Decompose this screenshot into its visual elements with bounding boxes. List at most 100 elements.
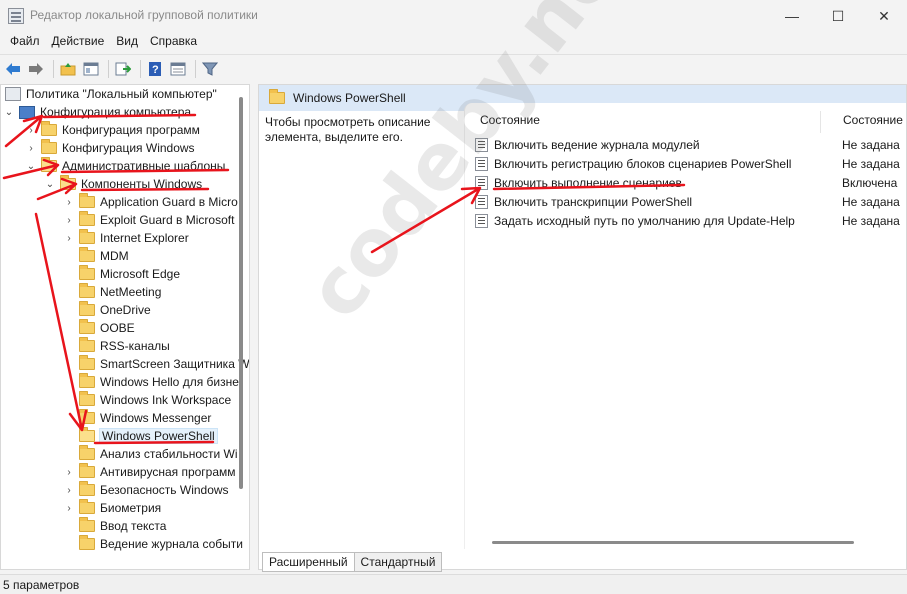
tree-root[interactable]: Политика "Локальный компьютер" — [5, 85, 217, 103]
tree-item-component[interactable]: › Биометрия — [63, 499, 161, 517]
setting-row[interactable]: Задать исходный путь по умолчанию для Up… — [475, 211, 906, 230]
folder-icon — [79, 211, 95, 226]
tree-item-component[interactable]: Windows Ink Workspace — [63, 391, 231, 409]
folder-icon — [79, 535, 95, 550]
expand-chevron-icon[interactable]: ⌄ — [25, 161, 37, 172]
close-button[interactable]: ✕ — [861, 0, 907, 32]
export-list-icon[interactable] — [113, 59, 133, 79]
list-horizontal-scrollbar[interactable] — [492, 541, 854, 544]
minimize-button[interactable]: — — [769, 0, 815, 32]
tree-item-component[interactable]: › Безопасность Windows — [63, 481, 229, 499]
status-text: 5 параметров — [3, 577, 80, 592]
folder-icon — [79, 481, 95, 496]
tree-item-component[interactable]: Windows Hello для бизне — [63, 373, 239, 391]
tree-item-component[interactable]: › Exploit Guard в Microsoft — [63, 211, 234, 229]
collapse-chevron-icon[interactable]: › — [25, 125, 37, 136]
tree-item-windows-settings[interactable]: › Конфигурация Windows — [25, 139, 195, 157]
folder-icon — [79, 193, 95, 208]
setting-row[interactable]: Включить ведение журнала модулей Не зада… — [475, 135, 906, 154]
tree-item-component[interactable]: Ввод текста — [63, 517, 166, 535]
tree-item-component[interactable]: Анализ стабильности Wi — [63, 445, 238, 463]
collapse-chevron-icon[interactable]: › — [63, 197, 75, 208]
tree-item-component[interactable]: Ведение журнала событи — [63, 535, 243, 553]
folder-icon — [41, 121, 57, 136]
tree-item-windows-powershell[interactable]: Windows PowerShell — [63, 427, 218, 445]
folder-icon — [79, 229, 95, 244]
show-hide-tree-icon[interactable] — [81, 59, 101, 79]
setting-name: Включить регистрацию блоков сценариев Po… — [494, 156, 792, 171]
menu-help[interactable]: Справка — [144, 32, 203, 52]
computer-icon — [19, 105, 35, 119]
filter-icon[interactable] — [200, 59, 220, 79]
toolbar-separator — [140, 59, 141, 78]
folder-open-icon — [41, 157, 57, 172]
folder-open-icon — [60, 175, 76, 190]
tree-item-component[interactable]: › Application Guard в Micro — [63, 193, 238, 211]
setting-state: Не задана — [842, 156, 900, 171]
tree-item-label: MDM — [100, 249, 129, 263]
tree-item-component[interactable]: OOBE — [63, 319, 135, 337]
back-arrow-icon[interactable] — [3, 59, 23, 79]
tab-standard[interactable]: Стандартный — [353, 552, 443, 572]
maximize-button[interactable]: ☐ — [815, 0, 861, 32]
setting-row[interactable]: Включить регистрацию блоков сценариев Po… — [475, 154, 906, 173]
toolbar-separator — [108, 59, 109, 78]
setting-row-enable-scripts[interactable]: Включить выполнение сценариев Включена — [475, 173, 906, 192]
tree-item-component[interactable]: › Internet Explorer — [63, 229, 189, 247]
tree-item-label: Microsoft Edge — [100, 267, 181, 281]
setting-icon — [475, 156, 488, 171]
settings-list[interactable]: Состояние Состояние Включить ведение жур… — [464, 103, 906, 549]
folder-icon — [79, 517, 95, 532]
tree-item-component[interactable]: › Антивирусная программ — [63, 463, 236, 481]
help-icon[interactable]: ? — [145, 59, 165, 79]
collapse-chevron-icon[interactable]: › — [63, 503, 75, 514]
status-bar: 5 параметров — [0, 574, 907, 594]
collapse-chevron-icon[interactable]: › — [63, 467, 75, 478]
tree-item-label: Безопасность Windows — [100, 483, 229, 497]
tree-item-windows-components[interactable]: ⌄ Компоненты Windows — [44, 175, 202, 193]
tree-root-label: Политика "Локальный компьютер" — [26, 87, 217, 101]
setting-state: Включена — [842, 175, 898, 190]
folder-up-icon[interactable] — [58, 59, 78, 79]
folder-icon — [79, 445, 95, 460]
collapse-chevron-icon[interactable]: › — [63, 233, 75, 244]
tree-item-component[interactable]: Microsoft Edge — [63, 265, 180, 283]
tree-item-component[interactable]: MDM — [63, 247, 129, 265]
menu-file[interactable]: Файл — [4, 32, 46, 52]
tree-item-component[interactable]: OneDrive — [63, 301, 151, 319]
menu-bar: Файл Действие Вид Справка — [0, 32, 907, 52]
menu-action[interactable]: Действие — [46, 32, 111, 52]
folder-icon — [79, 319, 95, 334]
tree-item-component[interactable]: RSS-каналы — [63, 337, 170, 355]
tree-pane[interactable]: Политика "Локальный компьютер" ⌄ Конфигу… — [0, 84, 250, 570]
tree-item-label: Windows Ink Workspace — [100, 393, 232, 407]
column-header-state[interactable]: Состояние — [843, 113, 903, 131]
tree-item-label: Конфигурация Windows — [62, 141, 195, 155]
toolbar-separator — [195, 59, 196, 78]
collapse-chevron-icon[interactable]: › — [25, 143, 37, 154]
setting-name: Включить ведение журнала модулей — [494, 137, 700, 152]
tree-scrollbar[interactable] — [239, 97, 243, 489]
column-header-setting[interactable]: Состояние — [480, 113, 540, 131]
title-bar: Редактор локальной групповой политики — … — [0, 0, 907, 32]
tree-item-software-settings[interactable]: › Конфигурация программ — [25, 121, 200, 139]
collapse-chevron-icon[interactable]: › — [63, 485, 75, 496]
tree-item-component[interactable]: NetMeeting — [63, 283, 161, 301]
tree-item-component[interactable]: Windows Messenger — [63, 409, 211, 427]
tree-item-admin-templates[interactable]: ⌄ Административные шаблоны — [25, 157, 225, 175]
expand-chevron-icon[interactable]: ⌄ — [3, 107, 15, 118]
menu-view[interactable]: Вид — [110, 32, 144, 52]
tab-extended[interactable]: Расширенный — [262, 552, 355, 572]
setting-state: Не задана — [842, 137, 900, 152]
tree-item-label: OOBE — [100, 321, 135, 335]
forward-arrow-icon[interactable] — [26, 59, 46, 79]
folder-icon — [79, 283, 95, 298]
tree-item-label: Application Guard в Micro — [100, 195, 238, 209]
tree-item-computer-config[interactable]: ⌄ Конфигурация компьютера — [3, 103, 191, 121]
expand-chevron-icon[interactable]: ⌄ — [44, 179, 56, 190]
setting-row[interactable]: Включить транскрипции PowerShell Не зада… — [475, 192, 906, 211]
properties-icon[interactable] — [168, 59, 188, 79]
tree-item-component[interactable]: SmartScreen Защитника W — [63, 355, 249, 373]
collapse-chevron-icon[interactable]: › — [63, 215, 75, 226]
column-divider[interactable] — [820, 111, 821, 133]
